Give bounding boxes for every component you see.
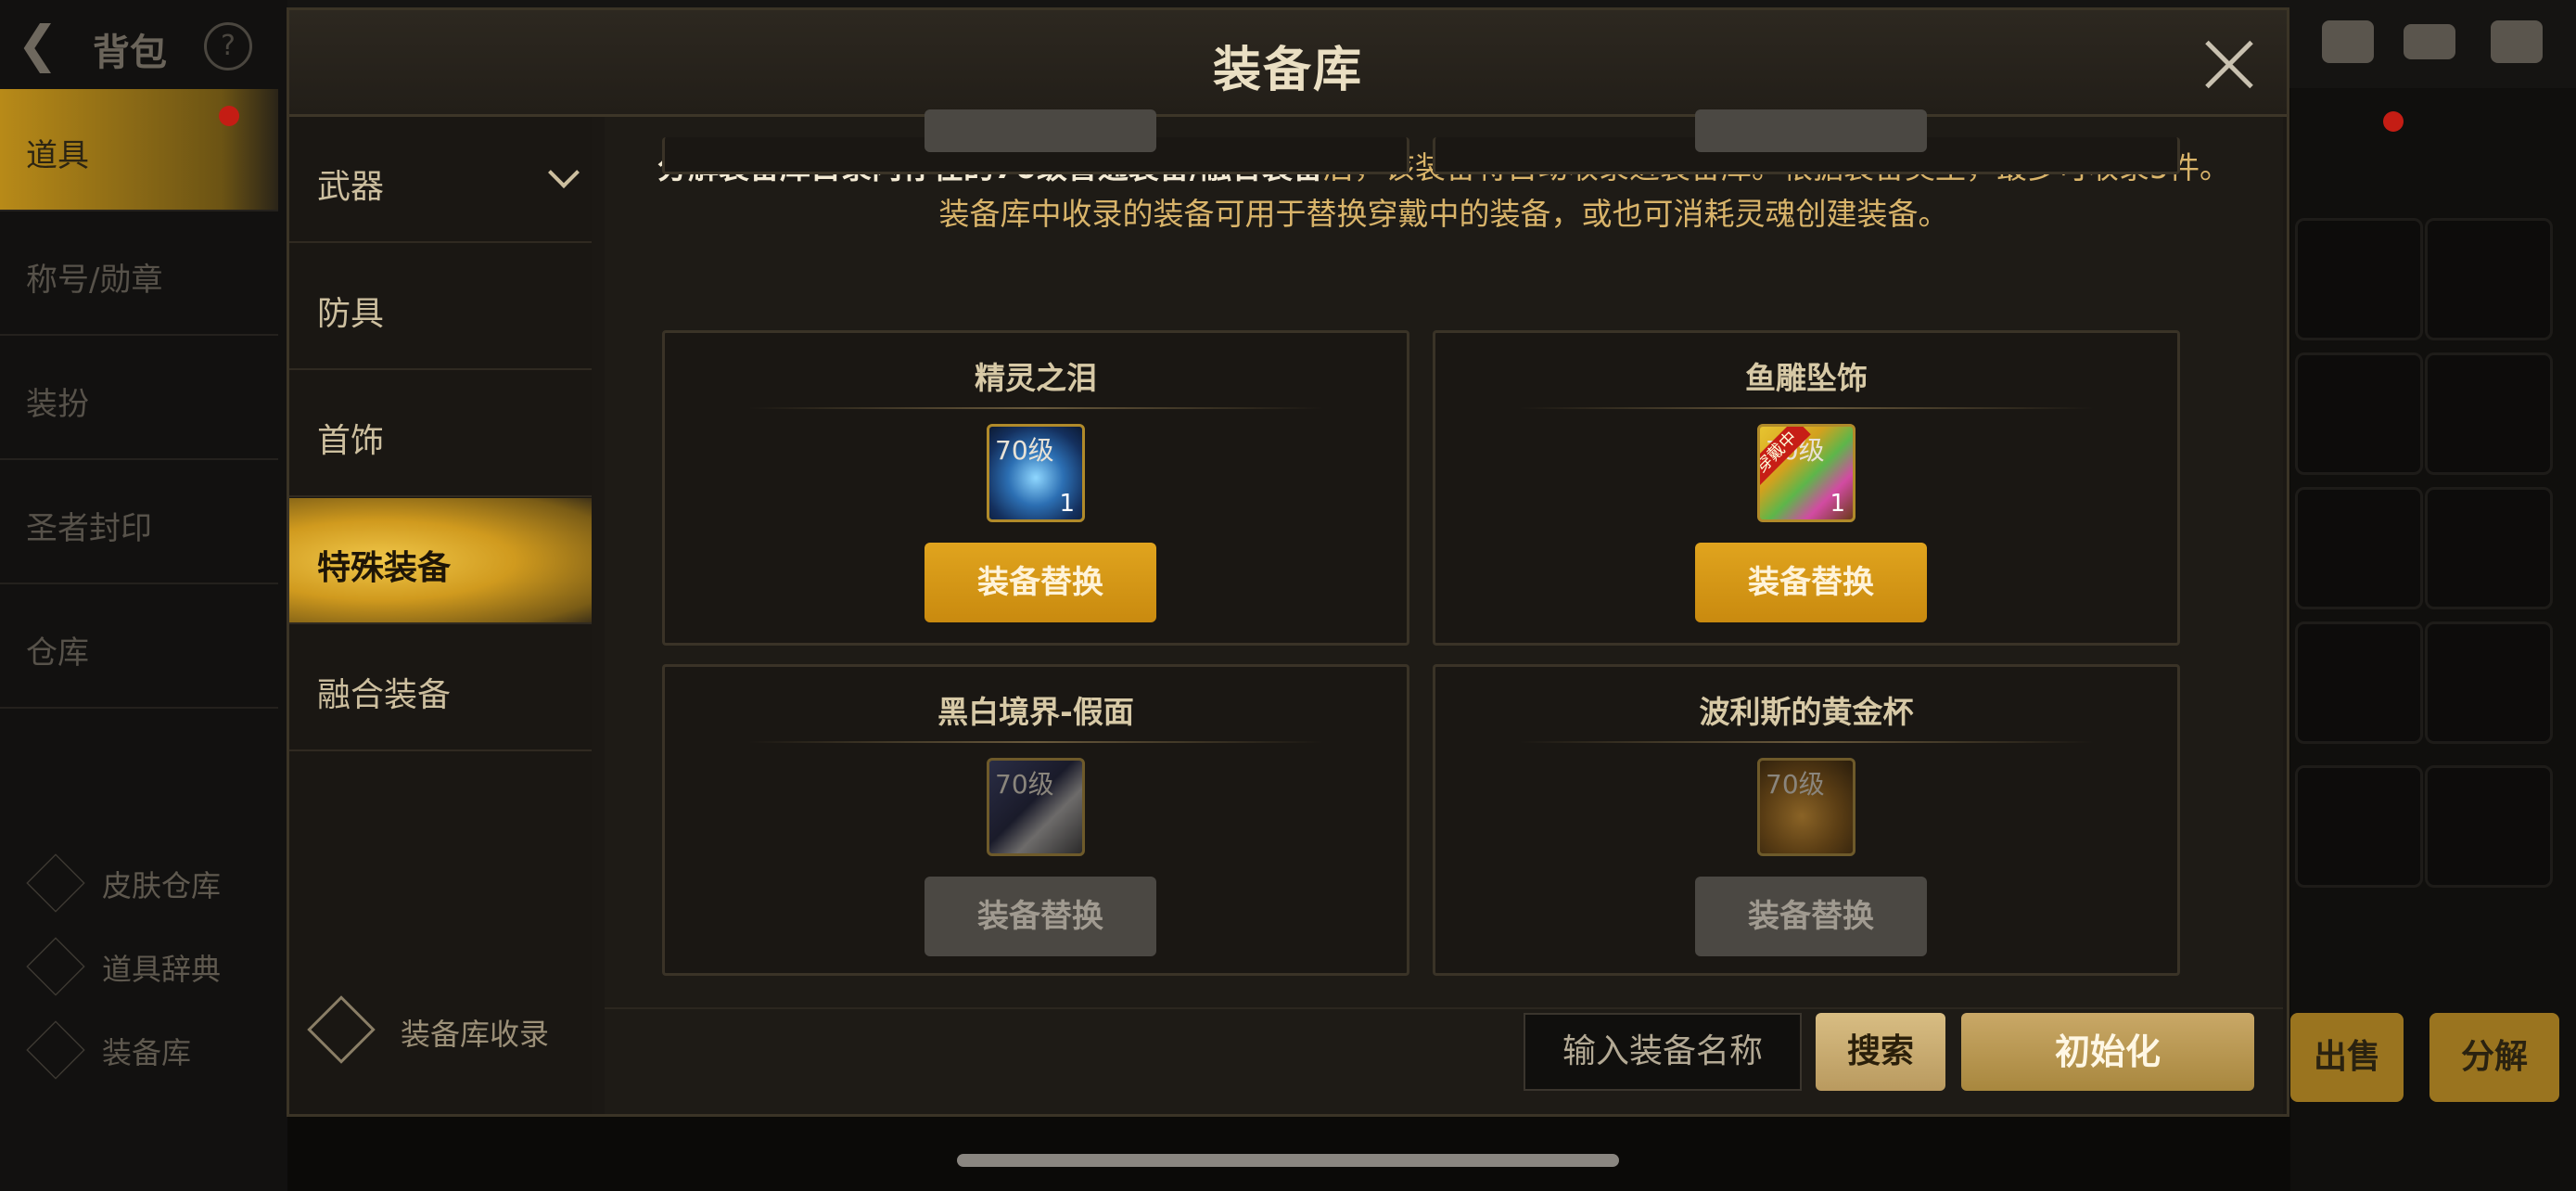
divider xyxy=(1519,741,2094,743)
tab-fusion-equipment[interactable]: 融合装备 xyxy=(289,625,592,751)
bg-sidebar-label: 称号/勋章 xyxy=(26,262,163,299)
elf-tear-icon[interactable]: 70级 1 xyxy=(987,424,1085,522)
bg-bottom-label: 皮肤仓库 xyxy=(102,868,222,903)
modal-title: 装备库 xyxy=(1212,43,1363,98)
initialize-button[interactable]: 初始化 xyxy=(1961,1013,2254,1091)
inventory-slot[interactable] xyxy=(2425,621,2553,744)
swap-button-partial[interactable] xyxy=(1695,109,1927,152)
tab-label: 首饰 xyxy=(317,422,385,460)
decompose-button[interactable]: 分解 xyxy=(2429,1013,2559,1102)
tab-label: 特殊装备 xyxy=(317,549,452,587)
equipment-card: 波利斯的黄金杯 70级 装备替换 xyxy=(1433,664,2180,976)
item-count: 1 xyxy=(1830,490,1845,518)
search-button[interactable]: 搜索 xyxy=(1816,1013,1945,1091)
fish-pendant-icon[interactable]: 70级 穿戴中 1 xyxy=(1757,424,1855,522)
inventory-slot[interactable] xyxy=(2295,352,2423,475)
equipment-card: 鱼雕坠饰 70级 穿戴中 1 装备替换 xyxy=(1433,330,2180,646)
bg-sidebar-label: 圣者封印 xyxy=(26,510,152,547)
sell-button[interactable]: 出售 xyxy=(2290,1013,2404,1102)
modal-header: 装备库 xyxy=(289,10,2287,117)
equipment-card-partial xyxy=(662,109,1409,174)
inventory-slot[interactable] xyxy=(2425,765,2553,888)
search-input[interactable]: 输入装备名称 xyxy=(1524,1013,1802,1091)
bg-bottom-label: 道具辞典 xyxy=(102,952,222,987)
bg-sidebar-label: 道具 xyxy=(26,137,89,174)
notice-line2: 装备库中收录的装备可用于替换穿戴中的装备，或也可消耗灵魂创建装备。 xyxy=(938,196,1949,232)
mail-icon[interactable] xyxy=(2404,24,2455,59)
home-indicator[interactable] xyxy=(957,1154,1619,1167)
item-level: 70级 xyxy=(1766,769,1825,800)
chevron-down-icon xyxy=(548,157,580,188)
back-arrow-icon[interactable]: ❮ xyxy=(17,19,72,70)
bg-sidebar-item-seal[interactable]: 圣者封印 xyxy=(0,462,278,584)
inventory-slot[interactable] xyxy=(2425,352,2553,475)
golden-cup-icon[interactable]: 70级 xyxy=(1757,758,1855,856)
tab-label: 武器 xyxy=(317,168,385,206)
bg-sidebar-label: 装扮 xyxy=(26,386,89,423)
divider xyxy=(748,741,1323,743)
item-name: 波利斯的黄金杯 xyxy=(1699,694,1914,730)
bg-sidebar-item-titles[interactable]: 称号/勋章 xyxy=(0,213,278,336)
item-name: 鱼雕坠饰 xyxy=(1745,360,1868,396)
notification-dot xyxy=(219,106,239,126)
tab-label: 防具 xyxy=(317,295,385,333)
divider xyxy=(1519,407,2094,409)
equipment-card-partial xyxy=(1433,109,2180,174)
chat-icon[interactable] xyxy=(2491,20,2543,63)
tab-special-equipment[interactable]: 特殊装备 xyxy=(289,498,592,624)
equipment-card: 黑白境界-假面 70级 装备替换 xyxy=(662,664,1409,976)
tab-armor[interactable]: 防具 xyxy=(289,244,592,370)
bg-bottom-label: 装备库 xyxy=(102,1035,192,1070)
bg-sidebar-label: 仓库 xyxy=(26,634,89,672)
close-icon[interactable] xyxy=(2203,38,2255,90)
shop-icon[interactable] xyxy=(2322,20,2374,63)
help-icon[interactable]: ? xyxy=(204,22,252,70)
equipment-swap-button[interactable]: 装备替换 xyxy=(1695,543,1927,622)
equipment-library-modal: 装备库 武器 防具 首饰 特殊装备 融合装备 装备库收录 分解装备库目录内存在的… xyxy=(287,7,2289,1117)
equipment-list: 分解装备库目录内存在的70级普通装备/融合装备后，该装备将自动收录进装备库。根据… xyxy=(605,109,2283,1114)
category-sidebar: 武器 防具 首饰 特殊装备 融合装备 装备库收录 xyxy=(289,117,592,1114)
equipment-card: 精灵之泪 70级 1 装备替换 xyxy=(662,330,1409,646)
inventory-slot[interactable] xyxy=(2295,621,2423,744)
divider xyxy=(748,407,1323,409)
notification-dot xyxy=(2383,111,2404,132)
bg-sidebar-item-storage[interactable]: 仓库 xyxy=(0,586,278,709)
inventory-slot[interactable] xyxy=(2295,487,2423,609)
item-name: 精灵之泪 xyxy=(975,360,1097,396)
mask-icon[interactable]: 70级 xyxy=(987,758,1085,856)
inventory-slot[interactable] xyxy=(2425,487,2553,609)
equipment-swap-button[interactable]: 装备替换 xyxy=(1695,877,1927,956)
equipment-swap-button[interactable]: 装备替换 xyxy=(925,543,1156,622)
item-count: 1 xyxy=(1059,490,1075,518)
swap-button-partial[interactable] xyxy=(925,109,1156,152)
tab-accessory[interactable]: 首饰 xyxy=(289,371,592,497)
inventory-slot[interactable] xyxy=(2425,218,2553,340)
footer-label: 装备库收录 xyxy=(401,1017,550,1052)
tab-label: 融合装备 xyxy=(317,676,452,714)
inventory-slot[interactable] xyxy=(2295,765,2423,888)
inventory-slot[interactable] xyxy=(2295,218,2423,340)
item-level: 70级 xyxy=(995,769,1054,800)
background-title: 背包 xyxy=(93,32,167,74)
collection-icon xyxy=(307,995,376,1064)
tab-weapon[interactable]: 武器 xyxy=(289,117,592,243)
bg-sidebar-item-items[interactable]: 道具 xyxy=(0,89,278,211)
item-level: 70级 xyxy=(995,435,1054,466)
bg-sidebar-item-outfit[interactable]: 装扮 xyxy=(0,338,278,460)
equipment-swap-button[interactable]: 装备替换 xyxy=(925,877,1156,956)
item-name: 黑白境界-假面 xyxy=(937,694,1134,730)
